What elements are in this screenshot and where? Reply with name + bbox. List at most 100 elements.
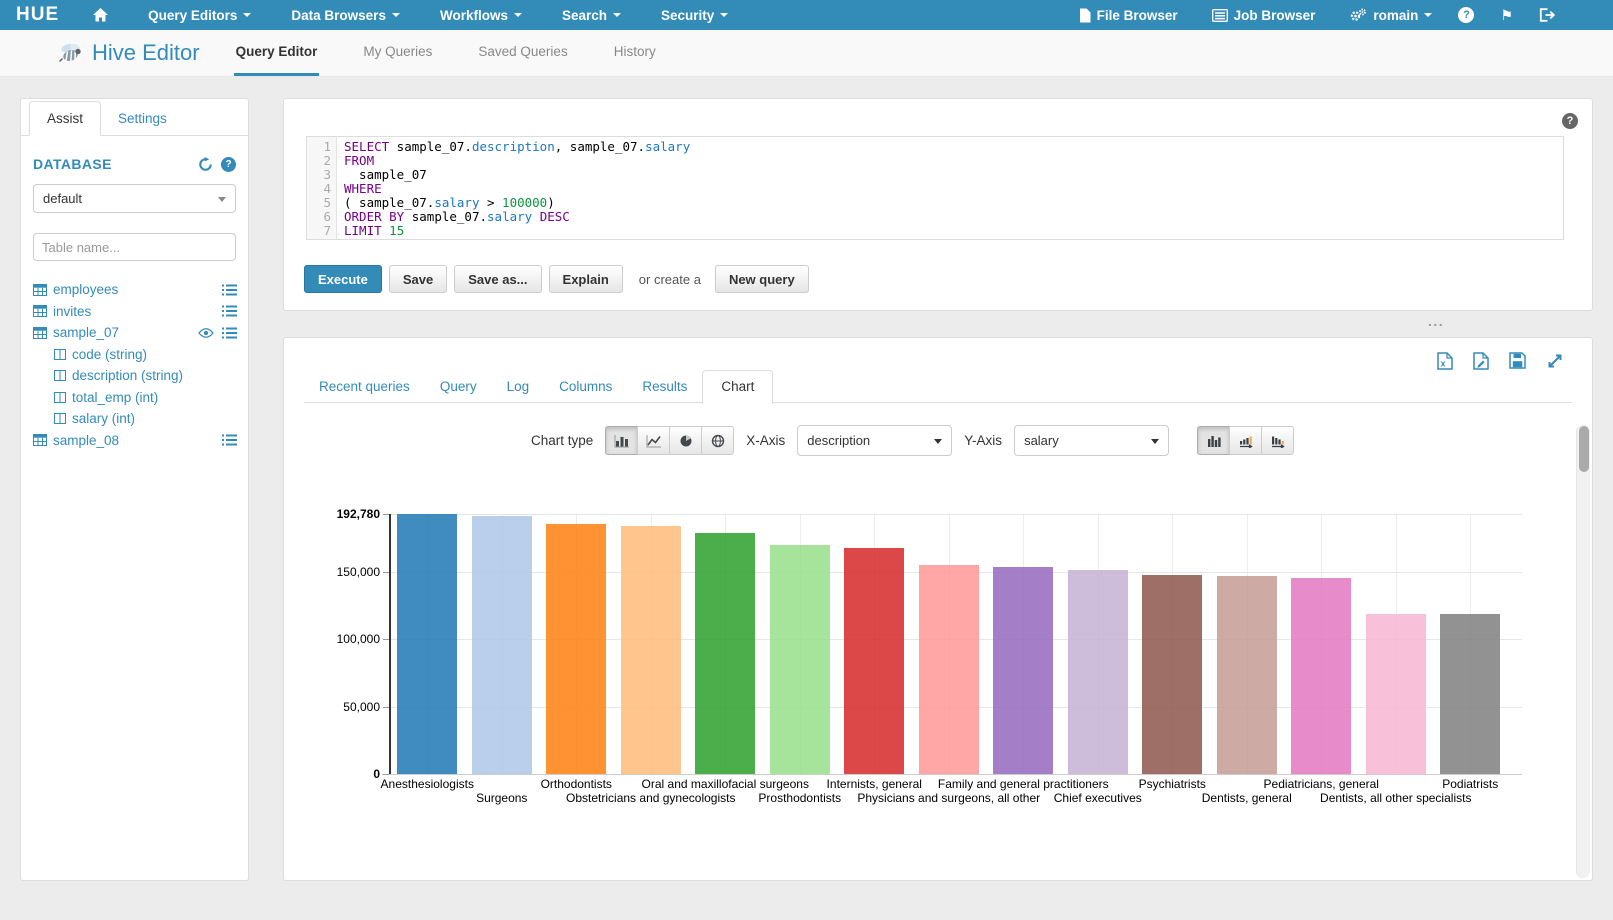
panel-resize-handle[interactable]: ... (1428, 313, 1444, 329)
tab-recent-queries[interactable]: Recent queries (304, 370, 425, 403)
hue-logo[interactable]: HUE (16, 4, 59, 26)
explain-button[interactable]: Explain (549, 265, 623, 293)
results-toolbar: x (1437, 352, 1564, 370)
y-tick-label: 150,000 (337, 565, 380, 579)
table-detail-button[interactable] (222, 284, 237, 296)
chart-bar[interactable] (1291, 578, 1351, 774)
editor-code[interactable]: SELECT sample_07.description, sample_07.… (337, 137, 1563, 239)
tab-saved-queries[interactable]: Saved Queries (476, 30, 569, 76)
nav-job-browser[interactable]: Job Browser (1212, 8, 1316, 23)
line-chart-type-button[interactable] (637, 426, 670, 455)
user-name: romain (1373, 8, 1418, 23)
chart-bar[interactable] (472, 516, 532, 774)
table-row-invites[interactable]: invites (21, 301, 248, 323)
nav-workflows[interactable]: Workflows (440, 8, 522, 23)
execute-button[interactable]: Execute (304, 265, 382, 293)
line-number: 3 (307, 168, 331, 182)
export-csv-button[interactable] (1473, 352, 1489, 370)
code-line: SELECT sample_07.description, sample_07.… (344, 140, 1563, 154)
tab-history[interactable]: History (612, 30, 658, 76)
tab-settings[interactable]: Settings (101, 102, 184, 135)
chart-bar[interactable] (844, 548, 904, 774)
editor-gutter: 1234567 (307, 137, 337, 239)
chart-bar[interactable] (1440, 614, 1500, 774)
save-as-button[interactable]: Save as... (454, 265, 541, 293)
tab-query-editor[interactable]: Query Editor (234, 30, 320, 76)
tab-log[interactable]: Log (492, 370, 545, 403)
chart-bar[interactable] (993, 567, 1053, 774)
nav-data-browsers[interactable]: Data Browsers (291, 8, 400, 23)
pie-chart-type-button[interactable] (669, 426, 702, 455)
chart-bar[interactable] (546, 524, 606, 774)
scrollbar-thumb[interactable] (1579, 426, 1589, 472)
svg-text:x: x (1440, 359, 1445, 369)
table-name: sample_08 (53, 433, 214, 448)
chart-bar[interactable] (1142, 575, 1202, 774)
sort-none-button[interactable] (1197, 426, 1230, 455)
refresh-button[interactable] (198, 157, 213, 172)
nav-security[interactable]: Security (661, 8, 728, 23)
nav-search[interactable]: Search (562, 8, 621, 23)
fullscreen-button[interactable] (1546, 352, 1564, 370)
help-button[interactable]: ? (1458, 7, 1474, 23)
bar-chart-type-button[interactable] (605, 426, 638, 455)
editor-help-button[interactable]: ? (1562, 113, 1578, 129)
gears-icon (1349, 8, 1367, 23)
tab-columns[interactable]: Columns (544, 370, 627, 403)
assist-panel-tabs: Assist Settings (21, 99, 248, 136)
preview-eye-button[interactable] (198, 328, 214, 338)
tab-results[interactable]: Results (627, 370, 702, 403)
y-tick-mark (383, 639, 389, 640)
x-axis-select[interactable]: description (797, 425, 952, 456)
tab-query[interactable]: Query (425, 370, 492, 403)
column-row-salary[interactable]: salary (int) (21, 408, 248, 430)
chart-bar[interactable] (1068, 570, 1128, 774)
hue-hive-editor-app: HUE Query Editors Data Browsers Workflow… (0, 0, 1613, 920)
table-detail-button[interactable] (222, 305, 237, 317)
save-button[interactable]: Save (389, 265, 447, 293)
map-chart-type-button[interactable] (701, 426, 734, 455)
feedback-flag-button[interactable]: ⚑ (1500, 7, 1513, 24)
table-row-sample-07[interactable]: sample_07 (21, 322, 248, 344)
chart-bar[interactable] (397, 514, 457, 774)
database-select[interactable]: default (33, 184, 236, 213)
y-tick-mark (383, 514, 389, 515)
chevron-down-icon (613, 13, 621, 17)
sort-asc-button[interactable] (1229, 426, 1262, 455)
results-scrollbar[interactable] (1576, 425, 1590, 878)
nav-query-editors[interactable]: Query Editors (148, 8, 251, 23)
tab-chart[interactable]: Chart (702, 370, 773, 404)
chart-bar[interactable] (770, 545, 830, 774)
tab-my-queries[interactable]: My Queries (361, 30, 434, 76)
tab-assist[interactable]: Assist (29, 101, 101, 136)
database-help-button[interactable]: ? (221, 157, 236, 172)
nav-file-browser[interactable]: File Browser (1079, 8, 1178, 23)
user-menu[interactable]: romain (1349, 8, 1432, 23)
chart-bar[interactable] (919, 565, 979, 774)
x-axis-label: Physicians and surgeons, all other (857, 791, 1040, 805)
nav-job-browser-label: Job Browser (1234, 8, 1316, 23)
chart-bar[interactable] (695, 533, 755, 774)
table-row-employees[interactable]: employees (21, 279, 248, 301)
column-row-code[interactable]: code (string) (21, 344, 248, 366)
table-row-sample-08[interactable]: sample_08 (21, 430, 248, 452)
y-axis-select[interactable]: salary (1014, 425, 1169, 456)
table-filter-input[interactable] (33, 233, 236, 261)
app-title[interactable]: Hive Editor (58, 30, 200, 76)
home-button[interactable] (93, 8, 108, 22)
x-axis-label: Orthodontists (541, 777, 612, 791)
column-row-description[interactable]: description (string) (21, 365, 248, 387)
sign-out-button[interactable] (1539, 8, 1555, 22)
table-detail-button[interactable] (222, 434, 237, 446)
new-query-button[interactable]: New query (715, 265, 809, 293)
chart-bar[interactable] (1217, 576, 1277, 774)
save-results-button[interactable] (1509, 352, 1526, 370)
chevron-down-icon (243, 13, 251, 17)
export-xls-button[interactable]: x (1437, 352, 1453, 370)
table-detail-button[interactable] (222, 327, 237, 339)
chart-bar[interactable] (621, 526, 681, 774)
sort-desc-button[interactable] (1261, 426, 1294, 455)
database-label: DATABASE (33, 156, 190, 172)
chart-bar[interactable] (1366, 614, 1426, 774)
column-row-total-emp[interactable]: total_emp (int) (21, 387, 248, 409)
